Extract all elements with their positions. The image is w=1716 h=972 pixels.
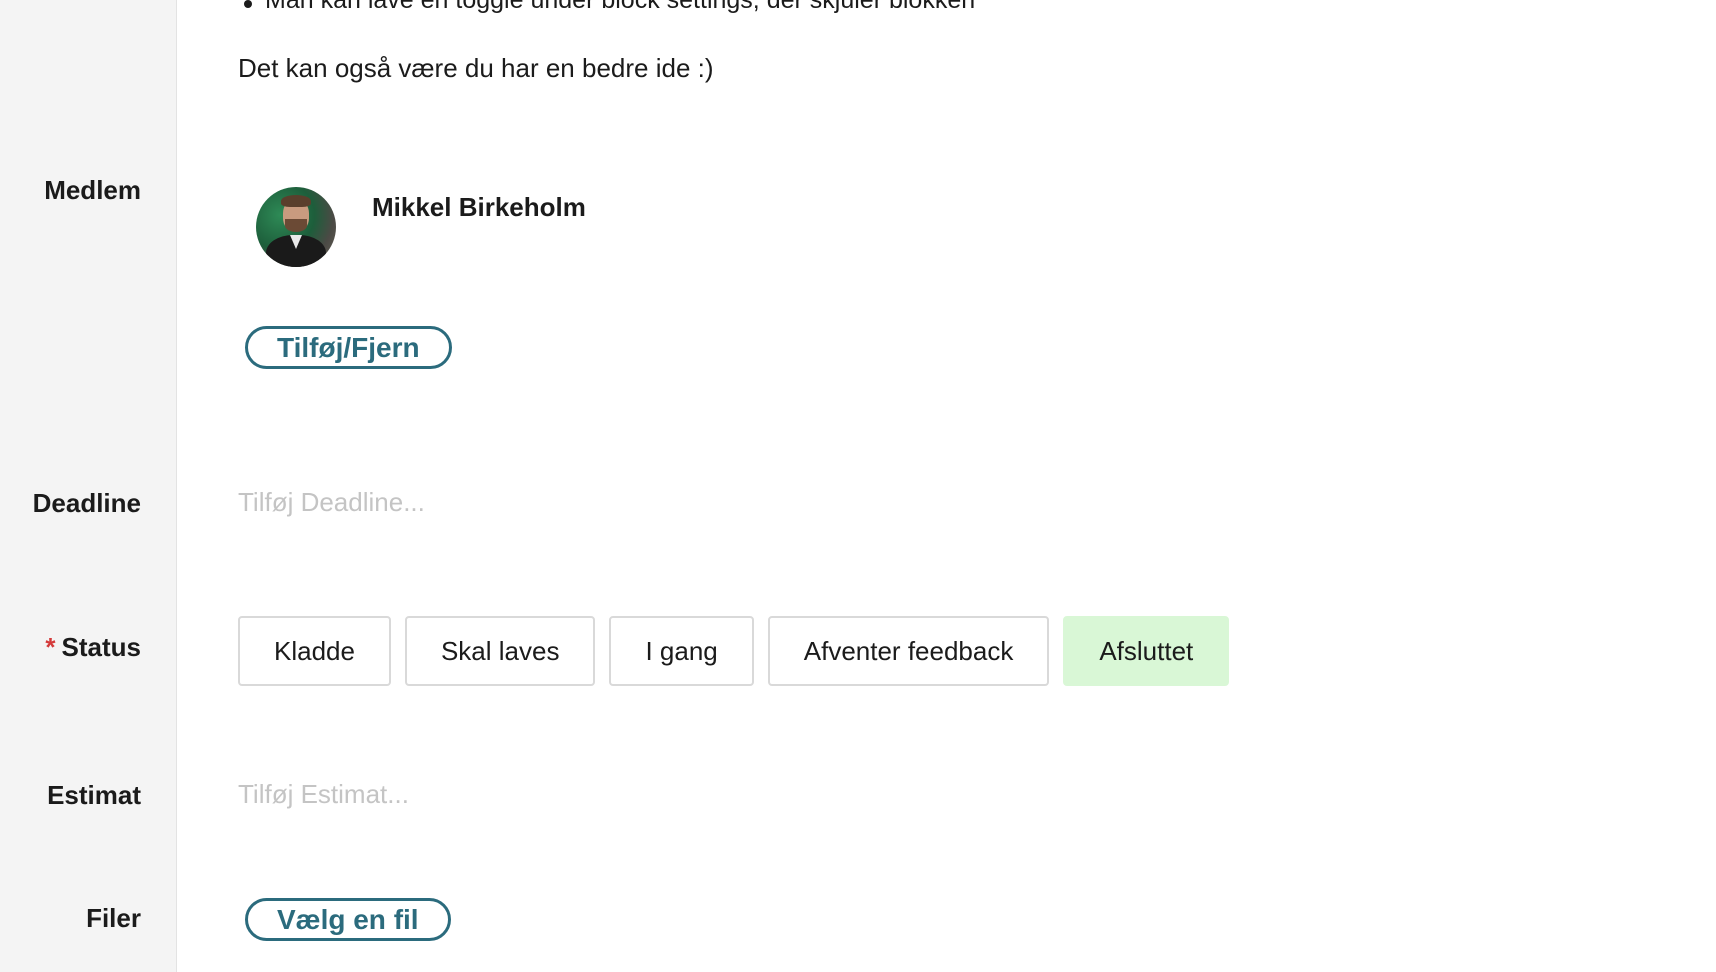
estimate-input[interactable] xyxy=(238,779,838,810)
description-bullet-item: Man kan lave en toggle under block setti… xyxy=(244,0,976,15)
description-bullet-text: Man kan lave en toggle under block setti… xyxy=(265,0,976,14)
status-option-afsluttet[interactable]: Afsluttet xyxy=(1063,616,1230,686)
deadline-label: Deadline xyxy=(32,488,141,518)
status-option-afventer-feedback[interactable]: Afventer feedback xyxy=(767,616,1050,686)
field-label-column xyxy=(0,0,177,972)
files-label: Filer xyxy=(86,903,141,933)
member-name: Mikkel Birkeholm xyxy=(372,192,586,222)
add-remove-member-button[interactable]: Tilføj/Fjern xyxy=(245,326,452,369)
avatar[interactable] xyxy=(256,187,336,267)
status-option-group: Kladde Skal laves I gang Afventer feedba… xyxy=(238,616,1230,686)
estimate-label: Estimat xyxy=(47,780,141,810)
task-detail-page: Man kan lave en toggle under block setti… xyxy=(0,0,1716,972)
status-label: * Status xyxy=(45,632,141,663)
choose-file-button[interactable]: Vælg en fil xyxy=(245,898,451,941)
member-label: Medlem xyxy=(44,175,141,205)
status-label-text: Status xyxy=(61,632,141,662)
deadline-input[interactable] xyxy=(238,487,838,518)
bullet-dot-icon xyxy=(244,0,252,8)
status-option-kladde[interactable]: Kladde xyxy=(238,616,391,686)
description-paragraph: Det kan også være du har en bedre ide :) xyxy=(238,53,714,83)
status-option-i-gang[interactable]: I gang xyxy=(609,616,754,686)
required-marker: * xyxy=(45,632,56,662)
status-option-skal-laves[interactable]: Skal laves xyxy=(404,616,596,686)
